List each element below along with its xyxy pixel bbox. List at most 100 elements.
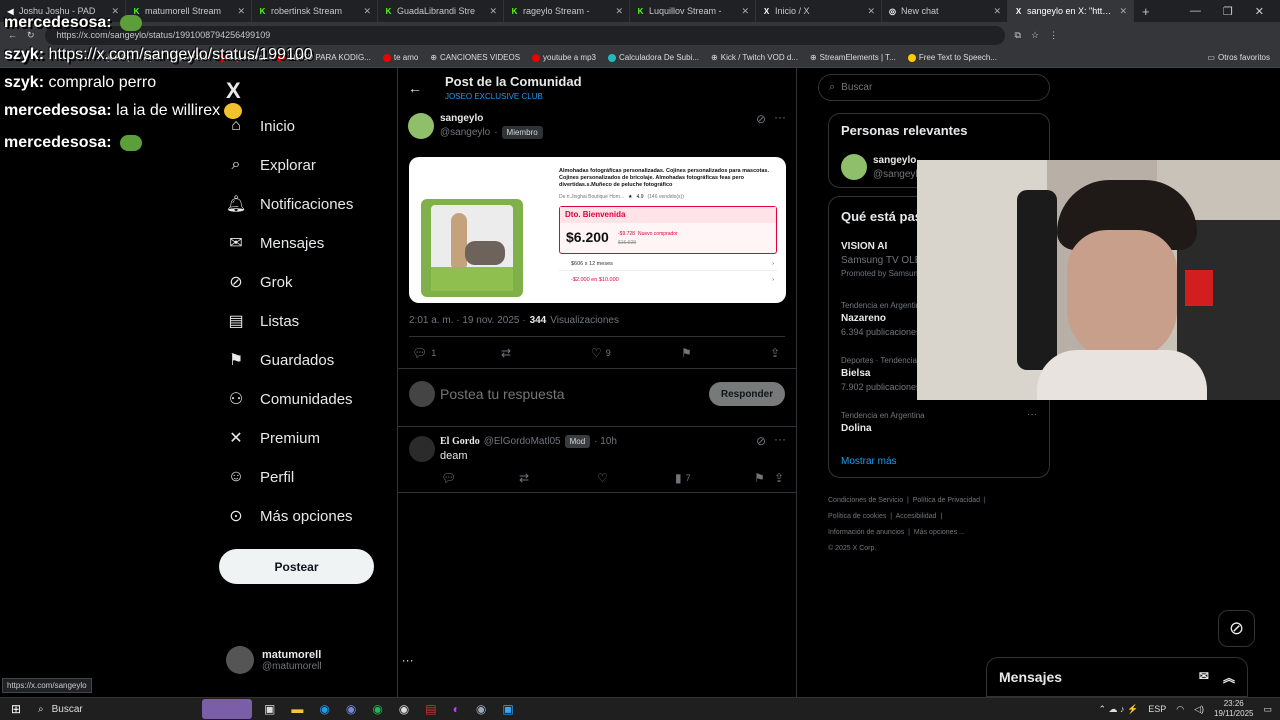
browser-tab[interactable]: Kmatumorell Stream ✕ [126, 0, 252, 22]
browser-tab[interactable]: ◎ New chat ✕ [882, 0, 1008, 22]
other-bookmarks[interactable]: ▭ Otros favoritos [1207, 53, 1270, 62]
notifications-icon[interactable]: ▭ [1263, 704, 1272, 715]
more-icon[interactable]: ··· [1027, 409, 1037, 420]
x-logo-icon[interactable]: X [226, 78, 241, 104]
grok-icon[interactable]: ⊘ [756, 434, 766, 448]
minimize-icon[interactable]: — [1190, 5, 1201, 17]
nav-item-comunidades[interactable]: ⚇ Comunidades [226, 389, 353, 409]
search-box[interactable]: ⌕ [818, 74, 1050, 101]
close-tab-icon[interactable]: ✕ [867, 6, 875, 17]
nav-item-mas-opciones[interactable]: ⊙ Más opciones [226, 506, 352, 526]
bookmark[interactable]: youtube a mp3 [532, 53, 596, 62]
nav-item-grok[interactable]: ⊘ Grok [226, 272, 292, 292]
browser-tab[interactable]: K GuadaLibrandi Stre ✕ [378, 0, 504, 22]
grok-icon[interactable]: ⊘ [756, 112, 766, 126]
author-name[interactable]: sangeylo [440, 113, 483, 124]
nav-item-premium[interactable]: ✕ Premium [226, 428, 320, 448]
relevant-avatar[interactable] [841, 154, 867, 180]
reply-share-action[interactable]: ⇪ [774, 471, 784, 485]
app-icon[interactable]: ◐ [453, 702, 460, 716]
author-handle[interactable]: @sangeylo [440, 127, 490, 138]
url-field[interactable]: https://x.com/sangeylo/status/1991008794… [44, 25, 1005, 45]
bookmark[interactable]: te amo [382, 53, 418, 62]
reply-repost-action[interactable]: ⇄ [519, 471, 529, 485]
account-switcher[interactable]: matumorell @matumorell ··· [226, 646, 414, 674]
close-tab-icon[interactable]: ✕ [1119, 6, 1127, 17]
bookmark[interactable]: ⊕ Kick / Twitch VOD d... [711, 53, 798, 62]
reply-views[interactable]: ▮ 7 [675, 471, 691, 485]
clock[interactable]: 23:26 19/11/2025 [1214, 699, 1253, 719]
widgets-icon[interactable] [202, 699, 252, 719]
reply-reply-action[interactable]: 💬︎ [441, 471, 456, 485]
steam-icon[interactable]: ◉ [476, 702, 486, 716]
taskbar-search[interactable]: ⌕ Buscar [32, 704, 162, 715]
close-window-icon[interactable]: ✕ [1255, 5, 1264, 18]
reply-like-action[interactable]: ♡ [597, 471, 608, 485]
reply-author-avatar[interactable] [409, 436, 435, 462]
browser-tab[interactable]: X Inicio / X ✕ [756, 0, 882, 22]
browser-tab[interactable]: Krobertinsk Stream ✕ [252, 0, 378, 22]
reply-action[interactable]: 💬︎ 1 [412, 346, 436, 360]
show-more-link[interactable]: Mostrar más [841, 456, 897, 467]
trend-item[interactable]: VISION AI Samsung TV OLED Promoted by Sa… [841, 241, 929, 278]
post-image[interactable]: Almohadas fotográficas personalizadas. C… [409, 157, 786, 303]
browser-tab-active[interactable]: Xsangeylo en X: "https://✕ [1008, 0, 1134, 22]
new-message-icon[interactable]: ✉ [1199, 669, 1209, 686]
nav-item-notificaciones[interactable]: 🔔︎ Notificaciones [226, 194, 354, 214]
post-button[interactable]: Postear [219, 549, 374, 584]
close-tab-icon[interactable]: ✕ [741, 6, 749, 17]
new-tab-icon[interactable]: + [1134, 4, 1158, 19]
community-name[interactable]: JOSEO EXCLUSIVE CLUB [445, 92, 543, 101]
bookmark[interactable]: ⊕ CANCIONES VIDEOS [430, 53, 520, 62]
browser-tab[interactable]: Krageylo Stream - ✕ [504, 0, 630, 22]
close-tab-icon[interactable]: ✕ [993, 6, 1001, 17]
repost-action[interactable]: ⇄ [501, 346, 511, 360]
extensions-icon[interactable]: ⧉ [1015, 30, 1021, 41]
reply-input[interactable] [440, 383, 690, 405]
bookmark[interactable]: Free Text to Speech... [907, 53, 997, 62]
like-action[interactable]: ♡ 9 [591, 346, 611, 360]
bookmark[interactable]: Calculadora De Subi... [607, 53, 699, 62]
task-view-icon[interactable]: ▣ [264, 702, 275, 716]
volume-icon[interactable]: ◁) [1194, 704, 1204, 715]
close-tab-icon[interactable]: ✕ [489, 6, 497, 17]
discord-icon[interactable]: ◉ [346, 702, 356, 716]
back-arrow-icon[interactable]: ← [408, 80, 422, 96]
reply-bookmark-action[interactable]: ⚑ [754, 471, 765, 485]
expand-icon[interactable]: ︽ [1223, 669, 1235, 686]
edge-icon[interactable]: ◉ [319, 702, 329, 716]
bookmark[interactable]: ⊕ StreamElements | T... [810, 53, 896, 62]
nav-item-guardados[interactable]: ⚑ Guardados [226, 350, 334, 370]
close-tab-icon[interactable]: ✕ [363, 6, 371, 17]
file-explorer-icon[interactable]: ▬ [291, 702, 303, 716]
obs-icon[interactable]: ◉ [399, 702, 409, 716]
nav-item-mensajes[interactable]: ✉ Mensajes [226, 233, 324, 253]
nav-item-perfil[interactable]: ☺ Perfil [226, 467, 294, 487]
trend-item[interactable]: Tendencia en Argentina Nazareno 6.394 pu… [841, 301, 925, 337]
messages-drawer[interactable]: Mensajes ✉ ︽ [986, 657, 1248, 697]
wifi-icon[interactable]: ◠ [1176, 704, 1184, 715]
tray-icons[interactable]: ⌃ ☁ ♪ ⚡ [1098, 704, 1138, 715]
close-tab-icon[interactable]: ✕ [237, 6, 245, 17]
trend-item[interactable]: Tendencia en Argentina Dolina [841, 411, 925, 434]
star-icon[interactable]: ☆ [1031, 30, 1039, 41]
share-action[interactable]: ⇪ [770, 346, 780, 360]
menu-icon[interactable]: ⋮ [1049, 30, 1058, 41]
bookmark-action[interactable]: ⚑ [681, 346, 692, 360]
app-icon[interactable]: ▤ [425, 702, 436, 716]
more-icon[interactable]: ··· [774, 110, 786, 124]
close-tab-icon[interactable]: ✕ [615, 6, 623, 17]
more-icon[interactable]: ··· [774, 432, 786, 446]
trend-item[interactable]: Deportes · Tendencia Bielsa 7.902 public… [841, 356, 921, 392]
maximize-icon[interactable]: ❐ [1223, 5, 1233, 18]
author-avatar[interactable] [408, 113, 434, 139]
search-input[interactable] [841, 82, 1022, 93]
browser-tab[interactable]: K Luquillov Stream - ✕ [630, 0, 756, 22]
spotify-icon[interactable]: ◉ [372, 702, 382, 716]
grok-button[interactable]: ⊘ [1218, 610, 1255, 647]
reply-button[interactable]: Responder [709, 382, 785, 406]
windows-start-icon[interactable]: ⊞ [0, 702, 32, 716]
nav-item-explorar[interactable]: ⌕ Explorar [226, 155, 316, 175]
photoshop-icon[interactable]: ▣ [502, 702, 513, 716]
nav-item-listas[interactable]: ▤ Listas [226, 311, 299, 331]
